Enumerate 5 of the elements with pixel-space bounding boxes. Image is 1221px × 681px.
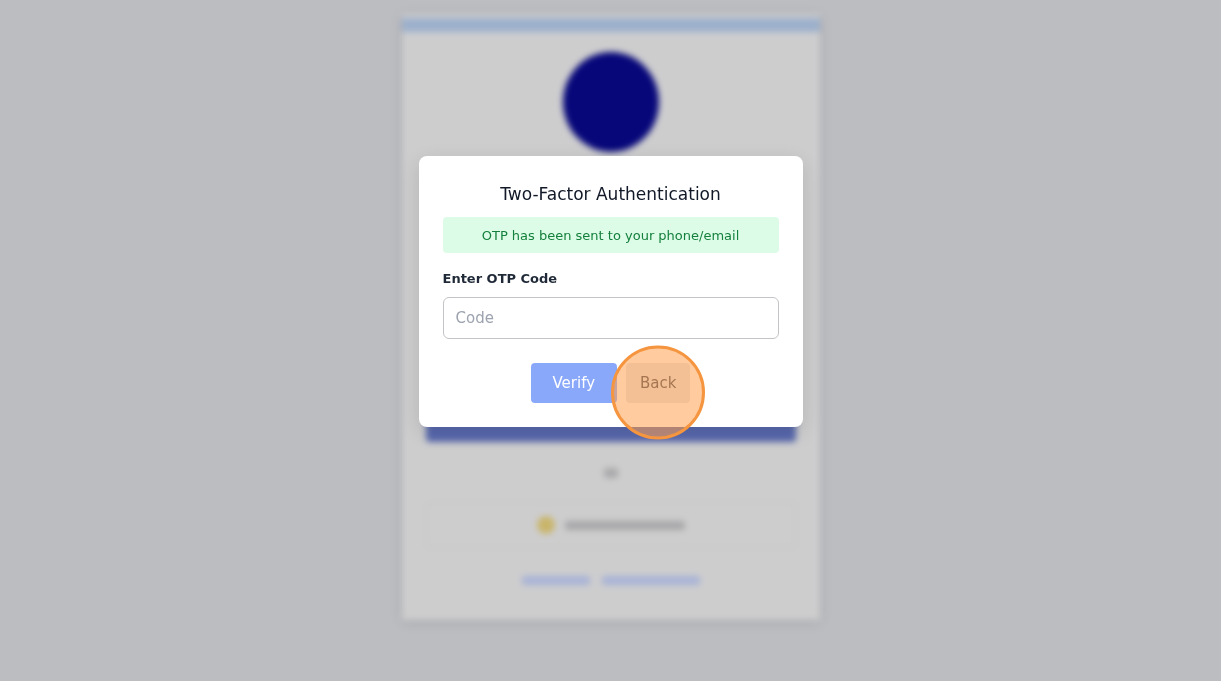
success-alert: OTP has been sent to your phone/email <box>442 217 779 253</box>
field-label: Enter OTP Code <box>442 270 558 288</box>
back-button[interactable]: Back <box>626 363 691 403</box>
dialog-title: Two-Factor Authentication <box>500 183 721 206</box>
otp-input-field[interactable]: Code <box>442 297 779 339</box>
